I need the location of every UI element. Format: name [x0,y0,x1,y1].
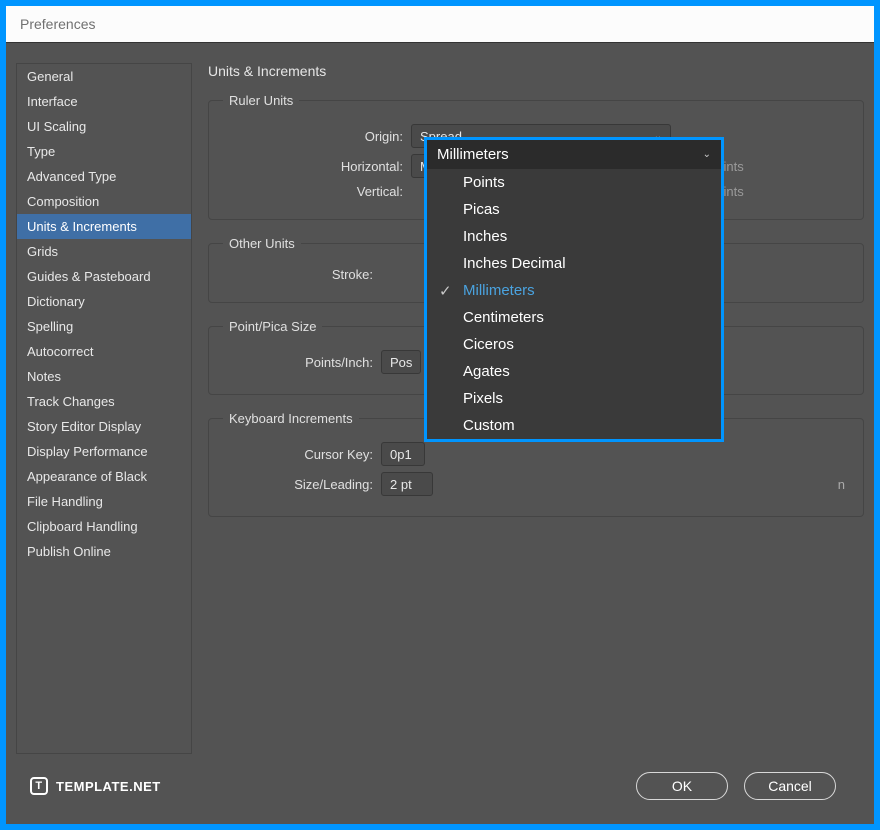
sidebar-item-general[interactable]: General [17,64,191,89]
sidebar-item-interface[interactable]: Interface [17,89,191,114]
dropdown-option-pixels[interactable]: Pixels [427,385,721,412]
dropdown-option-agates[interactable]: Agates [427,358,721,385]
dropdown-header[interactable]: Millimeters ⌄ [427,140,721,169]
origin-label: Origin: [223,129,403,144]
sidebar-item-composition[interactable]: Composition [17,189,191,214]
sidebar-item-display-performance[interactable]: Display Performance [17,439,191,464]
points-inch-input[interactable]: Pos [381,350,421,374]
brand-text: TEMPLATE.NET [56,779,161,794]
sidebar-item-clipboard-handling[interactable]: Clipboard Handling [17,514,191,539]
brand-logo: T TEMPLATE.NET [30,777,161,795]
footer-buttons: OK Cancel [636,772,836,800]
points-inch-label: Points/Inch: [223,355,373,370]
cursor-key-input[interactable]: 0p1 [381,442,425,466]
cursor-key-row: Cursor Key: 0p1 [223,442,849,466]
preferences-window: Preferences GeneralInterfaceUI ScalingTy… [6,6,874,824]
template-icon: T [30,777,48,795]
sidebar-item-type[interactable]: Type [17,139,191,164]
sidebar-item-notes[interactable]: Notes [17,364,191,389]
sidebar-item-autocorrect[interactable]: Autocorrect [17,339,191,364]
footer: T TEMPLATE.NET OK Cancel [6,758,874,824]
point-pica-legend: Point/Pica Size [223,319,322,334]
dropdown-option-centimeters[interactable]: Centimeters [427,304,721,331]
sidebar-item-grids[interactable]: Grids [17,239,191,264]
preferences-sidebar: GeneralInterfaceUI ScalingTypeAdvanced T… [16,63,192,754]
size-leading-trail: n [838,477,845,492]
sidebar-item-advanced-type[interactable]: Advanced Type [17,164,191,189]
size-leading-row: Size/Leading: 2 pt n [223,472,849,496]
dropdown-option-picas[interactable]: Picas [427,196,721,223]
stroke-label: Stroke: [223,267,373,282]
sidebar-item-spelling[interactable]: Spelling [17,314,191,339]
main-panel: Units & Increments Ruler Units Origin: S… [208,63,864,754]
ruler-units-legend: Ruler Units [223,93,299,108]
size-leading-input[interactable]: 2 pt [381,472,433,496]
dropdown-option-custom[interactable]: Custom [427,412,721,439]
chevron-down-icon: ⌄ [703,149,711,160]
dropdown-option-millimeters[interactable]: Millimeters [427,277,721,304]
sidebar-item-publish-online[interactable]: Publish Online [17,539,191,564]
cursor-key-label: Cursor Key: [223,447,373,462]
dropdown-option-inches-decimal[interactable]: Inches Decimal [427,250,721,277]
cancel-button[interactable]: Cancel [744,772,836,800]
sidebar-item-units-increments[interactable]: Units & Increments [17,214,191,239]
sidebar-item-dictionary[interactable]: Dictionary [17,289,191,314]
keyboard-increments-legend: Keyboard Increments [223,411,359,426]
sidebar-item-file-handling[interactable]: File Handling [17,489,191,514]
window-body: GeneralInterfaceUI ScalingTypeAdvanced T… [6,43,874,758]
sidebar-item-track-changes[interactable]: Track Changes [17,389,191,414]
dropdown-header-value: Millimeters [437,146,509,163]
size-leading-label: Size/Leading: [223,477,373,492]
vertical-units-dropdown[interactable]: Millimeters ⌄ PointsPicasInchesInches De… [424,137,724,442]
sidebar-item-story-editor-display[interactable]: Story Editor Display [17,414,191,439]
page-title: Units & Increments [208,63,864,79]
dropdown-option-points[interactable]: Points [427,169,721,196]
dropdown-list: PointsPicasInchesInches DecimalMillimete… [427,169,721,439]
sidebar-item-ui-scaling[interactable]: UI Scaling [17,114,191,139]
window-title: Preferences [6,6,874,43]
sidebar-item-appearance-of-black[interactable]: Appearance of Black [17,464,191,489]
other-units-legend: Other Units [223,236,301,251]
sidebar-item-guides-pasteboard[interactable]: Guides & Pasteboard [17,264,191,289]
vertical-label: Vertical: [223,184,403,199]
ok-button[interactable]: OK [636,772,728,800]
horizontal-label: Horizontal: [223,159,403,174]
dropdown-option-ciceros[interactable]: Ciceros [427,331,721,358]
dropdown-option-inches[interactable]: Inches [427,223,721,250]
